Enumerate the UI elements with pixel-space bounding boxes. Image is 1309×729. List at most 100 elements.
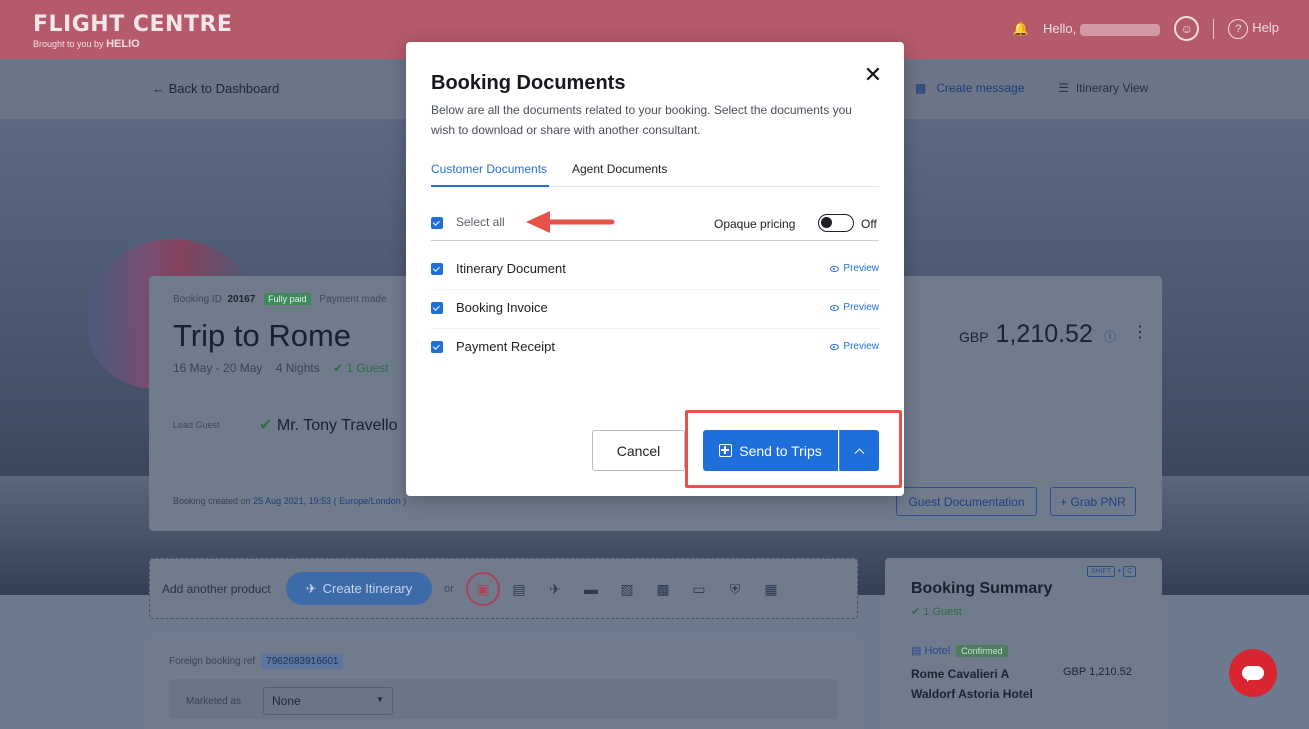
help-label: Help — [1252, 19, 1279, 35]
header-divider — [1213, 18, 1215, 39]
eye-icon — [830, 304, 840, 311]
document-list: Itinerary Document Preview Booking Invoi… — [431, 251, 879, 368]
bus-icon[interactable]: ▧ — [610, 572, 644, 606]
shortcut-key-shift: SHIFT — [1087, 566, 1116, 577]
summary-guest-text: 1 Guest — [923, 606, 962, 618]
document-row: Itinerary Document Preview — [431, 251, 879, 290]
chat-icon — [1242, 666, 1264, 682]
summary-title: Booking Summary — [911, 580, 1053, 597]
document-tabs: Customer Documents Agent Documents — [431, 160, 879, 187]
more-options-icon[interactable]: ⋮ — [1132, 322, 1148, 342]
summary-hotel-label: ▤ Hotel Confirmed — [911, 644, 1008, 657]
header-actions: 🔔 Hello, ☺ ? Help — [1013, 16, 1279, 41]
lead-guest-name: ✔ Mr. Tony Travello — [259, 415, 398, 435]
back-to-dashboard-link[interactable]: ← Back to Dashboard — [152, 81, 279, 96]
booking-id: 20167 — [227, 294, 256, 305]
suitcase-icon[interactable]: ▣ — [466, 572, 500, 606]
document-checkbox[interactable] — [431, 341, 443, 353]
document-row: Booking Invoice Preview — [431, 290, 879, 329]
preview-link[interactable]: Preview — [830, 263, 879, 274]
plane-icon[interactable]: ✈ — [538, 572, 572, 606]
tab-customer-documents[interactable]: Customer Documents — [431, 162, 549, 187]
help-link[interactable]: ? Help — [1228, 18, 1279, 39]
shortcut-plus: + — [1117, 568, 1122, 575]
preview-link[interactable]: Preview — [830, 341, 879, 352]
marketed-as-select[interactable]: None ▼ — [263, 687, 393, 715]
select-all-label[interactable]: Select all — [456, 215, 505, 229]
close-icon[interactable]: ✕ — [861, 64, 885, 88]
user-circle-icon[interactable]: ☺ — [1174, 16, 1200, 41]
preview-link[interactable]: Preview — [830, 302, 879, 313]
brand-sub-text: Brought to you by — [33, 39, 104, 49]
itinerary-icon: ✈ — [305, 580, 317, 596]
info-icon[interactable]: ⓘ — [1104, 328, 1116, 345]
create-itinerary-button[interactable]: ✈ Create Itinerary — [286, 572, 432, 605]
document-name: Itinerary Document — [456, 261, 566, 276]
marketed-as-label: Marketed as — [186, 696, 242, 707]
opaque-pricing-state: Off — [861, 217, 877, 231]
price-currency: GBP — [959, 329, 989, 345]
document-checkbox[interactable] — [431, 302, 443, 314]
document-row: Payment Receipt Preview — [431, 329, 879, 368]
summary-guests: ✔ 1 Guest — [911, 606, 962, 618]
booking-created: Booking created on 25 Aug 2021, 19:53 ( … — [173, 496, 406, 506]
tab-agent-documents[interactable]: Agent Documents — [572, 162, 667, 187]
modal-description: Below are all the documents related to y… — [431, 103, 852, 137]
caret-down-icon: ▼ — [376, 695, 384, 704]
preview-label: Preview — [843, 263, 879, 274]
marketed-as-value: None — [272, 694, 301, 708]
booking-meta: Booking ID 20167 Fully paid Payment made — [173, 293, 387, 305]
toggle-knob — [821, 217, 832, 228]
guest-documentation-button[interactable]: Guest Documentation — [896, 487, 1037, 516]
brand-logo[interactable]: FLIGHT CENTRE — [33, 12, 232, 37]
shield-icon[interactable]: ⛨ — [718, 572, 752, 606]
guest-count-text: 1 Guest — [346, 361, 389, 375]
greeting-text: Hello, — [1043, 21, 1077, 36]
lead-guest-label: Lead Guest — [173, 420, 220, 430]
document-name: Payment Receipt — [456, 339, 555, 354]
foreign-ref-value: 7962683916601 — [261, 654, 344, 669]
shortcut-key-c: C — [1123, 566, 1137, 577]
paid-badge: Fully paid — [264, 293, 311, 305]
cancel-button[interactable]: Cancel — [592, 430, 685, 471]
foreign-booking-ref: Foreign booking ref 7962683916601 — [169, 654, 344, 669]
luggage-icon[interactable]: ▩ — [646, 572, 680, 606]
created-value: 25 Aug 2021, 19:53 ( Europe/London ) — [253, 496, 407, 506]
trip-date-range: 16 May - 20 May — [173, 361, 263, 375]
booking-id-label: Booking ID — [173, 294, 222, 305]
booking-price: GBP 1,210.52 — [959, 320, 1093, 349]
bell-icon[interactable]: 🔔 — [1013, 21, 1029, 37]
trip-dates: 16 May - 20 May 4 Nights ✔ 1 Guest — [173, 361, 389, 375]
create-itinerary-label: Create Itinerary — [322, 581, 413, 596]
trip-nights: 4 Nights — [275, 361, 320, 375]
chat-launcher-button[interactable] — [1229, 649, 1277, 697]
created-label: Booking created on — [173, 496, 251, 506]
ticket-icon[interactable]: ▭ — [682, 572, 716, 606]
user-name-redacted — [1080, 23, 1161, 36]
grab-pnr-button[interactable]: + Grab PNR — [1050, 487, 1136, 516]
lead-guest-name-text: Mr. Tony Travello — [276, 417, 398, 434]
check-icon: ✔ — [259, 417, 273, 434]
bed-icon[interactable]: ▤ — [502, 572, 536, 606]
eye-icon — [830, 343, 840, 350]
itinerary-view-button[interactable]: ☰ Itinerary View — [1058, 81, 1148, 95]
annotation-highlight-box — [685, 410, 902, 488]
or-label: or — [444, 583, 454, 595]
select-all-checkbox[interactable] — [431, 217, 443, 229]
booking-summary: SHIFT + C Booking Summary ✔ 1 Guest ▤ Ho… — [885, 558, 1162, 729]
help-circle-icon: ? — [1228, 18, 1249, 39]
opaque-pricing-toggle[interactable] — [818, 214, 854, 232]
grid-icon[interactable]: ▦ — [754, 572, 788, 606]
greeting: Hello, — [1043, 21, 1161, 36]
car-icon[interactable]: ▬ — [574, 572, 608, 606]
annotation-arrow — [526, 211, 615, 233]
payment-label: Payment made — [319, 294, 387, 305]
product-detail-card: Foreign booking ref 7962683916601 Markete… — [149, 639, 858, 729]
add-product-label: Add another product — [162, 582, 271, 596]
document-checkbox[interactable] — [431, 263, 443, 275]
itinerary-view-label: Itinerary View — [1075, 81, 1149, 95]
modal-title: Booking Documents — [431, 72, 626, 94]
create-message-button[interactable]: ▩ Create message — [915, 81, 1024, 95]
add-product-bar: Add another product ✈ Create Itinerary or… — [149, 558, 858, 619]
trip-title: Trip to Rome — [173, 318, 352, 353]
